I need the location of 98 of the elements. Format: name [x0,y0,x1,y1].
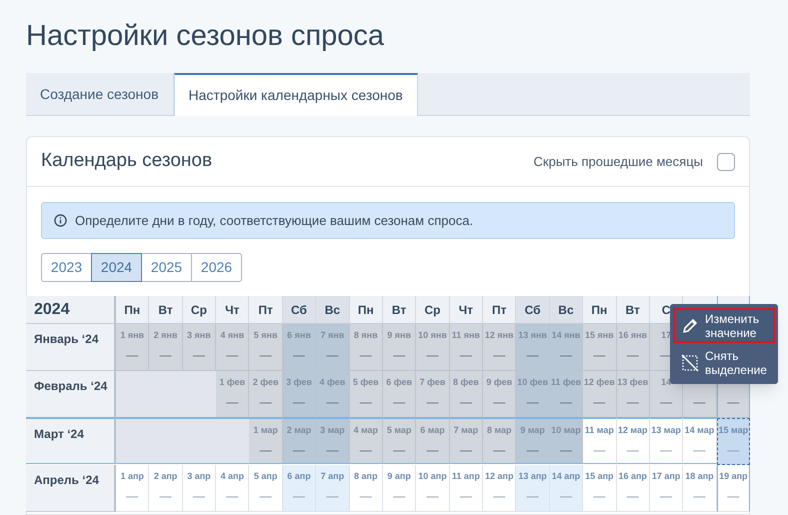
year-heading: 2024 [26,296,116,324]
month-label: Январь ‘24 [26,324,116,371]
day-cell[interactable]: 8 апр — [350,465,383,512]
day-cell[interactable]: 4 фев — [316,371,350,418]
day-cell[interactable]: 17 апр — [650,465,684,512]
year-button[interactable]: 2026 [191,253,242,282]
day-cell[interactable]: 3 мар — [316,417,350,464]
day-cell[interactable]: 1 мар — [249,417,283,464]
day-cell[interactable]: 11 фев — [550,371,584,418]
deselect-icon [681,354,699,372]
day-cell[interactable]: 12 янв — [483,324,516,371]
day-cell[interactable]: 7 мар — [450,417,484,464]
weekday-header: Чт [450,296,484,324]
day-cell[interactable]: 8 фев — [450,371,484,418]
day-cell[interactable]: 10 апр — [416,465,450,512]
hide-past-checkbox[interactable] [717,152,735,170]
day-cell[interactable]: 2 фев — [249,371,283,418]
day-cell[interactable]: 13 апр — [516,465,550,512]
day-cell[interactable]: 15 мар — [716,418,750,465]
year-button[interactable]: 2023 [41,253,92,282]
day-cell[interactable]: 11 апр — [450,465,484,512]
day-cell[interactable]: 5 янв — [249,324,283,371]
day-cell[interactable]: 13 мар — [650,417,684,464]
day-cell[interactable]: 6 фев — [382,371,416,418]
day-cell[interactable]: 8 мар — [483,417,516,464]
day-cell[interactable]: 7 янв — [316,324,350,371]
day-cell[interactable]: 2 янв — [149,324,183,371]
weekday-header: Пн [583,296,617,324]
day-cell[interactable]: 4 мар — [350,417,383,464]
day-cell[interactable]: 7 фев — [416,371,450,418]
menu-item[interactable]: Изменить значение [673,308,775,343]
pencil-icon [681,316,699,334]
day-cell[interactable]: 3 апр — [182,465,216,512]
weekday-header: Вс [550,296,584,324]
day-cell[interactable]: 5 мар — [382,417,416,464]
day-cell[interactable]: 3 фев — [282,371,316,418]
weekday-header: Ср [416,296,450,324]
weekday-header: Пн [116,296,150,324]
day-cell[interactable]: 9 янв — [382,324,416,371]
day-cell[interactable]: 15 янв — [583,324,617,371]
weekday-header: Вт [382,296,416,324]
day-cell[interactable]: 10 фев — [516,371,550,418]
day-cell[interactable]: 12 фев — [583,371,617,418]
day-cell[interactable]: 9 фев — [483,371,516,418]
day-cell[interactable]: 14 мар — [683,417,717,464]
day-cell[interactable]: 13 фев — [616,371,650,418]
day-cell[interactable]: 7 апр — [316,465,350,512]
card-title: Календарь сезонов [41,149,212,174]
weekday-header: Сб [282,296,316,324]
day-cell[interactable]: 9 апр — [382,465,416,512]
weekday-header: Вт [616,296,650,324]
day-cell[interactable]: 14 апр — [550,465,584,512]
weekday-header: Сб [516,296,550,324]
day-cell[interactable]: 12 апр — [483,465,516,512]
weekday-header: Пн [350,296,383,324]
day-cell[interactable]: 4 янв — [216,324,250,371]
day-cell[interactable]: 16 апр — [616,465,650,512]
weekday-header: Вс [316,296,350,324]
day-cell[interactable]: 10 янв — [416,324,450,371]
day-cell[interactable]: 13 янв — [516,324,550,371]
day-cell[interactable]: 11 мар — [583,417,617,464]
day-cell[interactable]: 2 апр — [149,465,183,512]
day-cell[interactable]: 4 апр — [216,465,250,512]
day-cell[interactable]: 10 мар — [550,417,584,464]
month-label: Апрель ‘24 [26,465,116,512]
day-cell[interactable]: 12 мар — [616,417,650,464]
day-cell[interactable]: 6 мар — [416,417,450,464]
day-cell[interactable]: 3 янв — [182,324,216,371]
year-button[interactable]: 2024 [91,253,142,282]
day-cell[interactable]: 19 апр — [716,465,750,512]
info-icon [54,214,67,227]
month-label: Февраль ‘24 [26,371,116,418]
page-title: Настройки сезонов спроса [26,19,386,54]
tab[interactable]: Настройки календарных сезонов [174,73,418,116]
day-cell[interactable]: 8 янв — [350,324,383,371]
day-cell[interactable]: 6 апр — [282,465,316,512]
day-cell[interactable]: 18 апр — [683,465,717,512]
day-cell[interactable]: 14 янв — [550,324,584,371]
day-cell[interactable]: 1 янв — [116,324,150,371]
day-cell[interactable]: 6 янв — [282,324,316,371]
day-cell[interactable]: 1 апр — [116,465,150,512]
day-cell[interactable]: 1 фев — [216,371,250,418]
year-button[interactable]: 2025 [141,253,192,282]
day-cell[interactable]: 9 мар — [516,417,550,464]
weekday-header: Чт [216,296,250,324]
weekday-header: Ср [182,296,216,324]
day-cell[interactable]: 2 мар — [282,417,316,464]
day-cell[interactable]: 5 фев — [350,371,383,418]
weekday-header: Вт [149,296,183,324]
weekday-header: Пт [483,296,516,324]
day-cell[interactable]: 16 янв — [616,324,650,371]
month-label: Март ‘24 [26,417,116,464]
weekday-header: Пт [249,296,283,324]
day-cell[interactable]: 11 янв — [450,324,484,371]
day-cell[interactable]: 15 апр — [583,465,617,512]
info-text: Определите дни в году, соответствующие вашим сезонам спроса. [75,212,474,230]
day-cell[interactable]: 5 апр — [249,465,283,512]
checkbox-label: Скрыть прошедшие месяцы [534,152,703,171]
